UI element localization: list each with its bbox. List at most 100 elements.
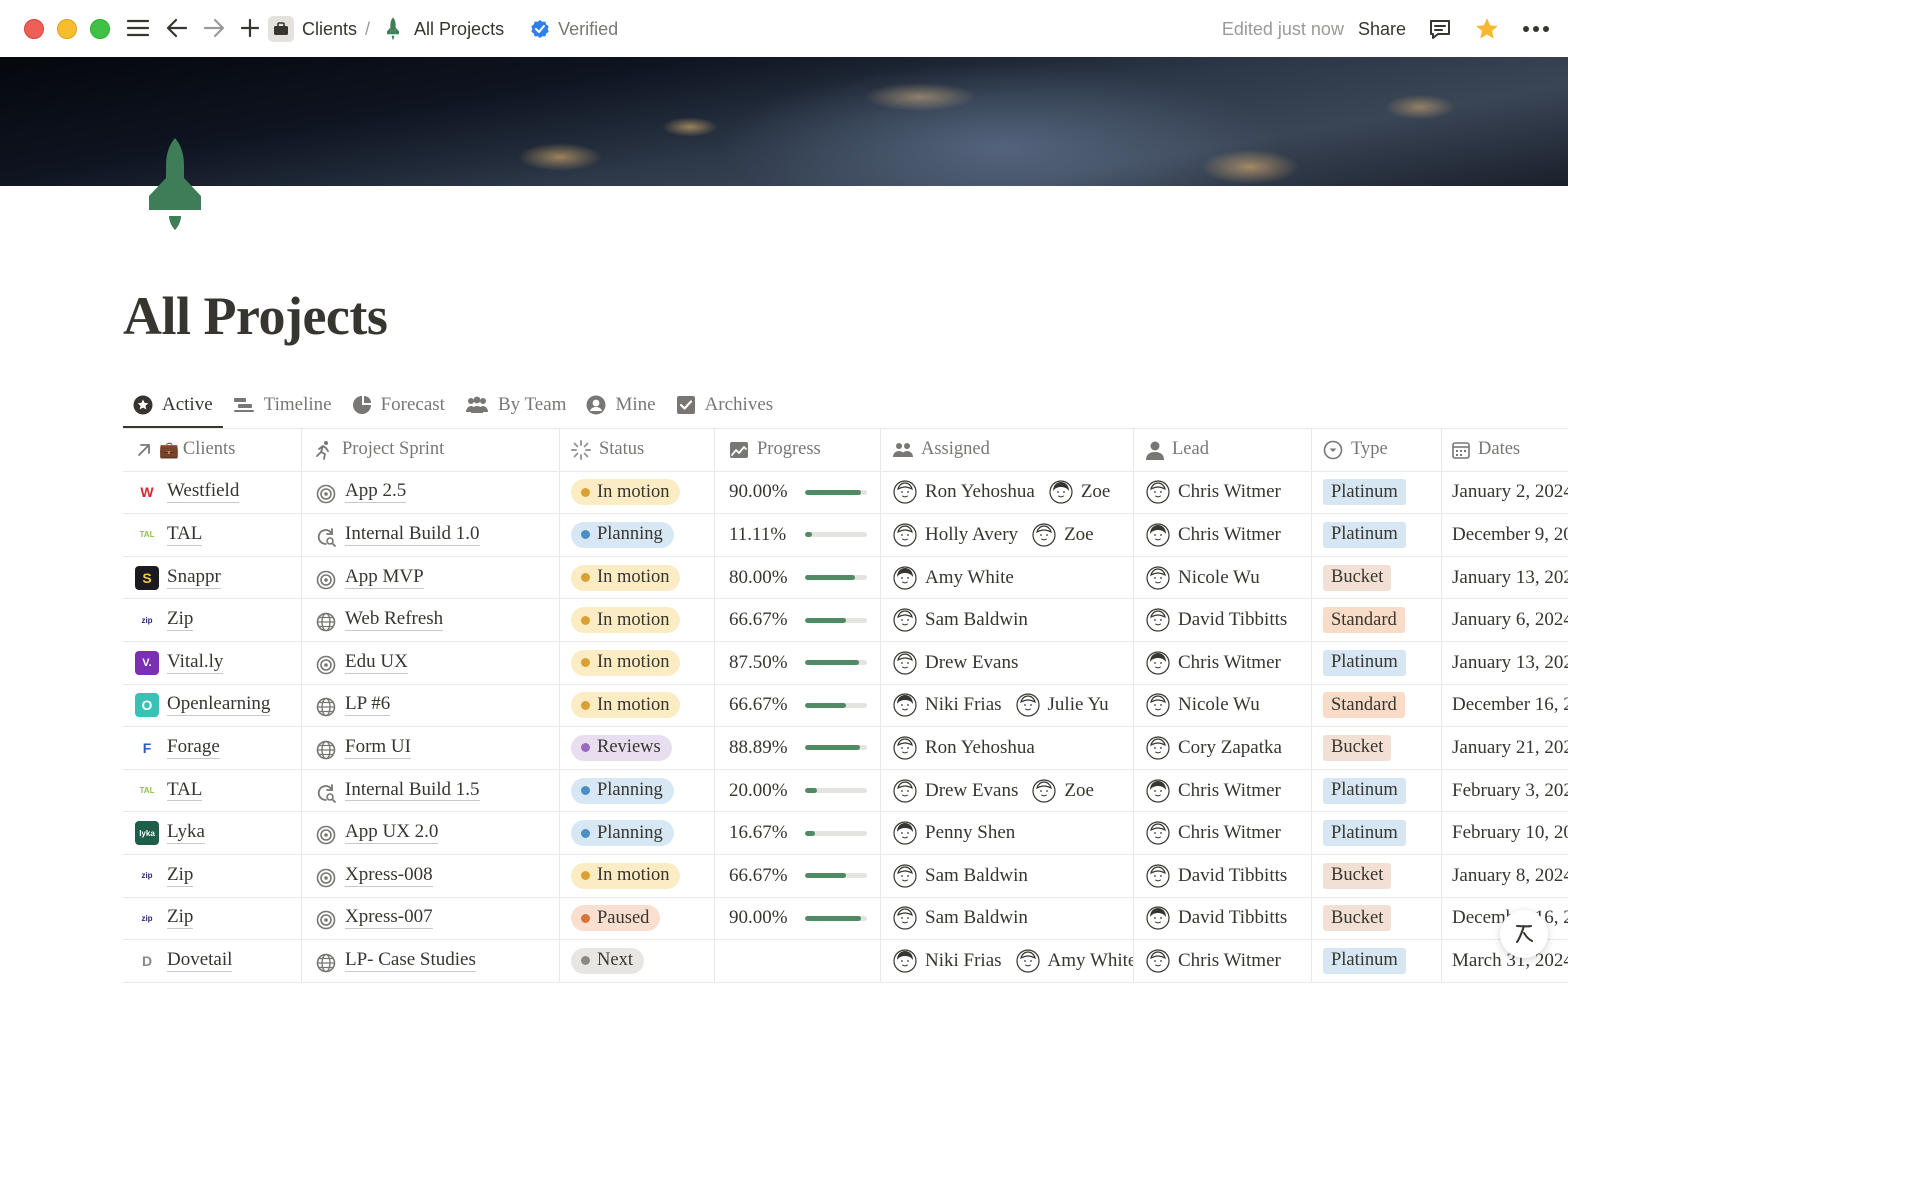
status-badge[interactable]: In motion [571,479,681,506]
type-tag[interactable]: Platinum [1323,521,1406,548]
cell-assigned[interactable]: Sam Baldwin [881,599,1134,641]
cell-sprint[interactable]: Edu UX [302,641,560,684]
assignee[interactable]: Penny Shen [893,821,1015,845]
assignee[interactable]: Ron Yehoshua [893,480,1035,504]
cell-type[interactable]: Platinum [1312,514,1442,556]
status-badge[interactable]: In motion [571,649,681,676]
cell-dates[interactable]: January 21, 2024 [1442,727,1568,769]
cell-status[interactable]: In motion [560,599,715,641]
status-badge[interactable]: In motion [571,692,681,719]
client-name[interactable]: Snappr [167,566,221,589]
cell-type[interactable]: Platinum [1312,812,1442,854]
cell-type[interactable]: Bucket [1312,727,1442,769]
cell-status[interactable]: In motion [560,641,715,684]
column-header-clients[interactable]: 💼 Clients [123,429,302,471]
table-row[interactable]: W Westfield App 2.5 In motion 90.00% Ron Yeho… [123,471,1568,515]
assignee[interactable]: Drew Evans [893,778,1018,803]
tab-mine[interactable]: Mine [576,382,665,428]
cell-assigned[interactable]: Penny Shen [881,812,1134,854]
assignee[interactable]: Niki Frias [893,949,1002,973]
favorite-star-icon[interactable] [1474,16,1500,42]
client-name[interactable]: Zip [167,906,194,930]
cell-status[interactable]: Planning [560,769,715,812]
cell-dates[interactable]: January 2, 2024 [1442,472,1568,514]
cell-assigned[interactable]: Sam Baldwin [881,854,1134,897]
cell-assigned[interactable]: Ron Yehoshua Zoe [881,471,1134,514]
cell-client[interactable]: W Westfield [123,471,302,514]
sprint-name[interactable]: Internal Build 1.5 [345,779,480,802]
sprint-name[interactable]: App 2.5 [345,481,407,504]
close-window-button[interactable] [24,19,44,39]
status-badge[interactable]: In motion [571,607,681,634]
cell-lead[interactable]: Nicole Wu [1134,684,1312,727]
type-tag[interactable]: Platinum [1323,777,1406,804]
cell-type[interactable]: Bucket [1312,897,1442,940]
type-tag[interactable]: Platinum [1323,649,1406,676]
cell-type[interactable]: Bucket [1312,854,1442,897]
cell-status[interactable]: In motion [560,471,715,514]
lead-person[interactable]: Chris Witmer [1146,778,1281,803]
cell-type[interactable]: Platinum [1312,471,1442,514]
cell-client[interactable]: F Forage [123,727,302,769]
assignee[interactable]: Sam Baldwin [893,906,1028,930]
more-options-icon[interactable] [1522,25,1550,33]
cell-status[interactable]: Planning [560,514,715,556]
assignee[interactable]: Ron Yehoshua [893,736,1035,760]
breadcrumb-clients[interactable]: Clients [302,19,357,40]
cell-type[interactable]: Standard [1312,599,1442,641]
cell-sprint[interactable]: App MVP [302,556,560,599]
table-row[interactable]: zip Zip Web Refresh In motion 66.67% Sam Bald… [123,599,1568,642]
cell-type[interactable]: Standard [1312,684,1442,727]
client-name[interactable]: Zip [167,608,194,632]
status-badge[interactable]: In motion [571,862,681,889]
tab-by-team[interactable]: By Team [455,382,577,428]
type-tag[interactable]: Bucket [1323,862,1392,889]
cover-image[interactable] [0,57,1568,186]
sprint-name[interactable]: Form UI [345,736,411,759]
cell-lead[interactable]: Chris Witmer [1134,471,1312,514]
cell-lead[interactable]: Nicole Wu [1134,556,1312,599]
type-tag[interactable]: Platinum [1323,820,1406,847]
cell-status[interactable]: In motion [560,684,715,727]
lead-person[interactable]: David Tibbitts [1146,906,1287,930]
cell-client[interactable]: TAL TAL [123,769,302,812]
type-tag[interactable]: Bucket [1323,564,1392,591]
column-header-type[interactable]: Type [1312,429,1442,471]
help-button[interactable] [1500,910,1548,958]
cell-status[interactable]: In motion [560,854,715,897]
client-name[interactable]: Lyka [167,821,205,845]
column-header-progress[interactable]: Progress [715,429,881,471]
cell-status[interactable]: Paused [560,897,715,940]
client-name[interactable]: Westfield [167,481,240,504]
table-row[interactable]: TAL TAL Internal Build 1.5 Planning 20.00% Dr… [123,769,1568,813]
cell-dates[interactable]: January 13, 2024 [1442,642,1568,684]
table-row[interactable]: F Forage Form UI Reviews 88.89% Ron Yehoshua C… [123,727,1568,770]
cell-lead[interactable]: Chris Witmer [1134,812,1312,854]
sprint-name[interactable]: App UX 2.0 [345,821,439,845]
assignee[interactable]: Sam Baldwin [893,608,1028,632]
share-button[interactable]: Share [1358,19,1406,40]
rocket-icon[interactable] [140,134,210,234]
cell-assigned[interactable]: Sam Baldwin [881,897,1134,940]
maximize-window-button[interactable] [90,19,110,39]
verified-label[interactable]: Verified [558,19,618,40]
lead-person[interactable]: Chris Witmer [1146,651,1281,675]
table-row[interactable]: S Snappr App MVP In motion 80.00% Amy White Ni… [123,556,1568,600]
tab-timeline[interactable]: Timeline [223,382,342,428]
status-badge[interactable]: Paused [571,905,661,932]
lead-person[interactable]: Chris Witmer [1146,523,1281,547]
cell-lead[interactable]: Chris Witmer [1134,514,1312,556]
cell-client[interactable]: O Openlearning [123,684,302,727]
cell-type[interactable]: Bucket [1312,556,1442,599]
cell-assigned[interactable]: Holly Avery Zoe [881,514,1134,556]
cell-status[interactable]: In motion [560,556,715,599]
cell-dates[interactable]: January 13, 2024 [1442,557,1568,599]
cell-lead[interactable]: Chris Witmer [1134,641,1312,684]
assignee[interactable]: Drew Evans [893,651,1018,675]
client-name[interactable]: Forage [167,736,220,759]
cell-status[interactable]: Reviews [560,727,715,769]
status-badge[interactable]: Reviews [571,734,672,761]
tab-forecast[interactable]: Forecast [342,382,455,428]
cell-client[interactable]: D Dovetail [123,940,302,982]
table-row[interactable]: zip Zip Xpress-007 Paused 90.00% Sam Baldwin D… [123,897,1568,941]
